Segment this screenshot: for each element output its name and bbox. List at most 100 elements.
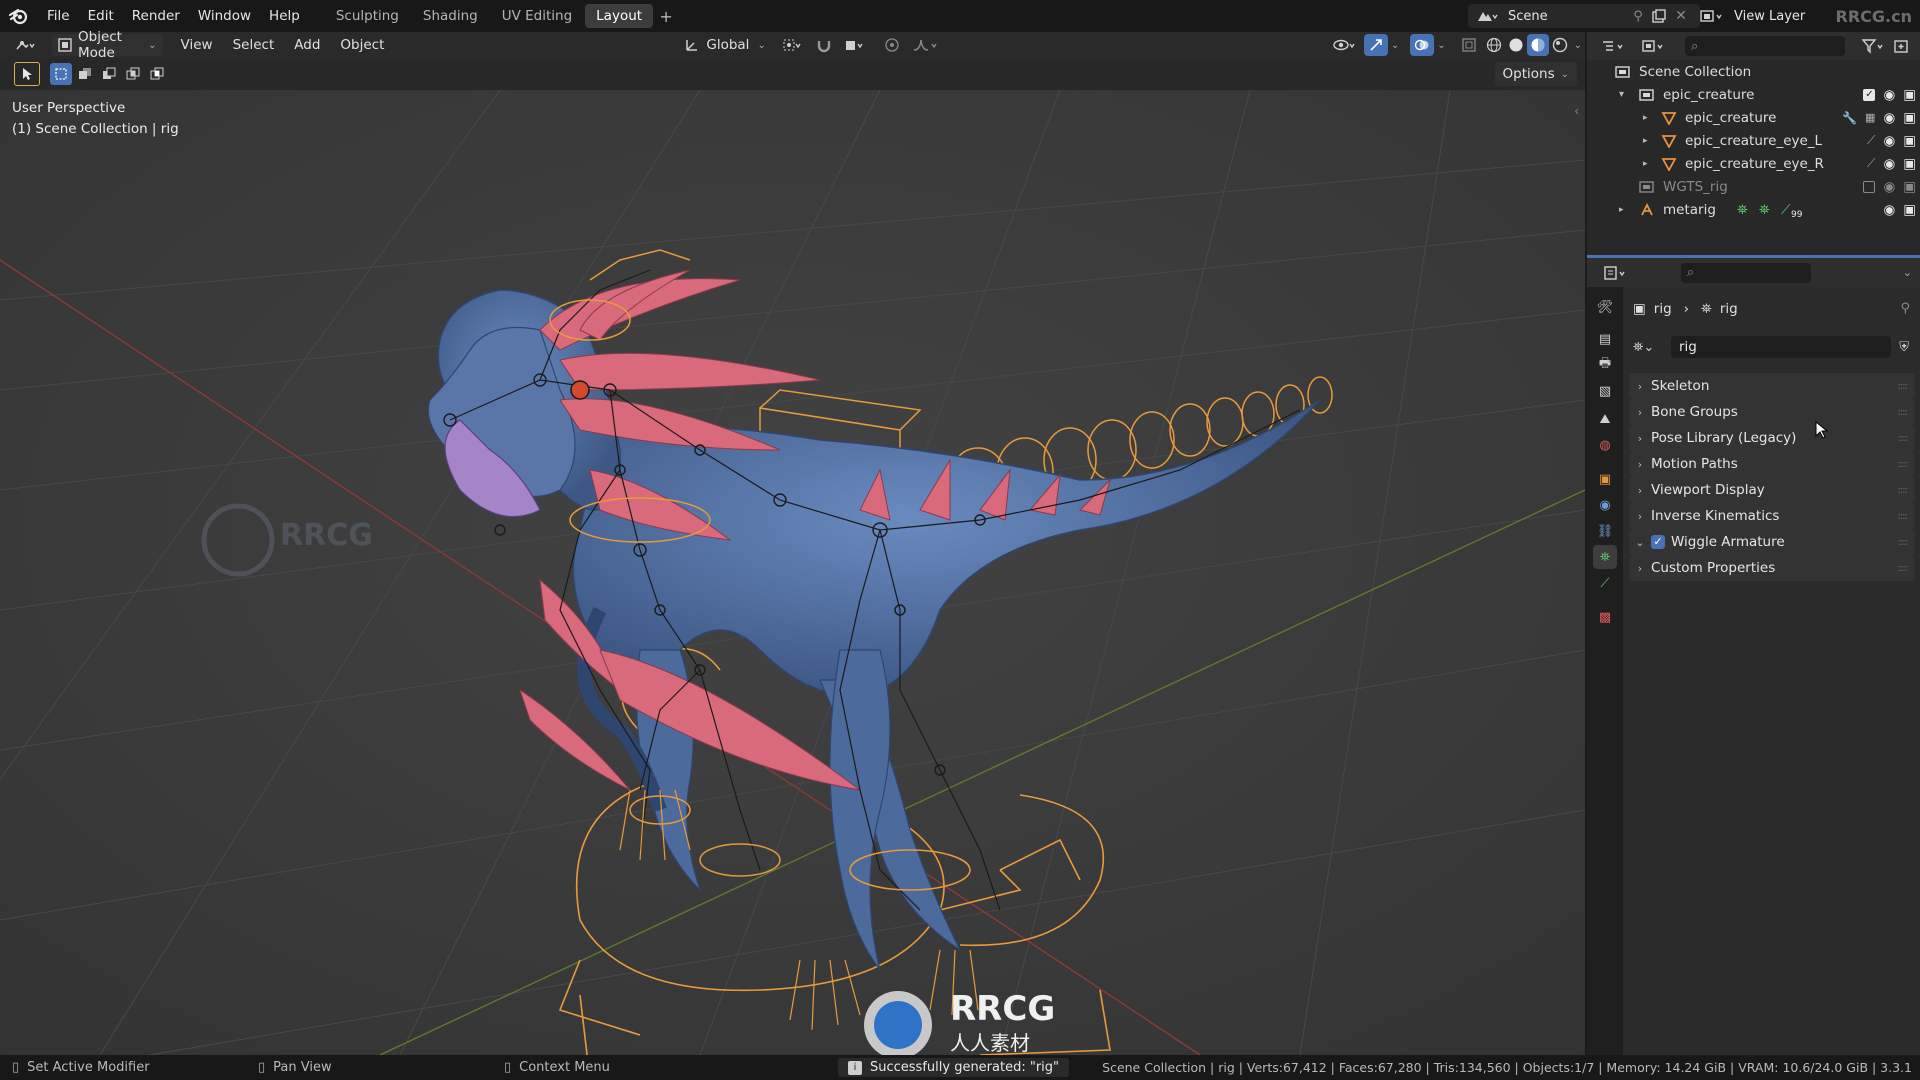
vertex-groups-icon[interactable]: ▦ — [1865, 111, 1875, 124]
options-dropdown[interactable]: Options ⌄ — [1494, 62, 1577, 86]
fake-user-shield-icon[interactable]: ⛨ — [1899, 340, 1909, 355]
breadcrumb-object[interactable]: rig — [1654, 301, 1672, 317]
eye-icon[interactable]: ◉ — [1883, 179, 1895, 195]
pose-icon[interactable]: ⛯ — [1759, 202, 1770, 218]
eye-icon[interactable]: ◉ — [1883, 156, 1895, 172]
overlays-toggle[interactable] — [1410, 34, 1435, 56]
display-mode-icon[interactable] — [1637, 38, 1671, 54]
tab-shading[interactable]: Shading — [412, 4, 489, 28]
panel-motion-paths[interactable]: › Motion Paths :::: — [1629, 451, 1915, 477]
camera-icon[interactable]: ▣ — [1903, 133, 1916, 149]
gizmo-toggle[interactable] — [1363, 34, 1388, 56]
outliner-row-collection[interactable]: WGTS_rig ◉ ▣ — [1587, 175, 1920, 198]
camera-icon[interactable]: ▣ — [1903, 110, 1916, 126]
panel-inverse-kinematics[interactable]: › Inverse Kinematics :::: — [1629, 503, 1915, 529]
expand-arrow-icon[interactable]: ▾ — [1619, 89, 1624, 100]
visibility-dropdown[interactable] — [1326, 34, 1364, 56]
select-mode-subtract-button[interactable] — [98, 63, 120, 85]
menu-render[interactable]: Render — [123, 0, 189, 32]
drag-handle-icon[interactable]: :::: — [1898, 459, 1909, 470]
outliner-row-object[interactable]: ▸ epic_creature_eye_L ⟋ ◉ ▣ — [1587, 129, 1920, 152]
select-mode-new-button[interactable] — [50, 63, 72, 85]
expand-arrow-icon[interactable]: ▸ — [1619, 205, 1624, 215]
menu-select[interactable]: Select — [227, 34, 281, 56]
tab-object[interactable]: ▣ — [1593, 467, 1617, 491]
filter-icon[interactable] — [1861, 38, 1885, 54]
armature-data-icon[interactable]: ⛯ — [1737, 202, 1748, 218]
drag-handle-icon[interactable]: :::: — [1898, 407, 1909, 418]
modifier-wrench-icon[interactable]: ⟋ — [1867, 133, 1875, 148]
new-scene-icon[interactable] — [1648, 9, 1670, 23]
tab-output[interactable]: 🖶 — [1593, 353, 1617, 377]
scene-name[interactable]: Scene — [1508, 9, 1628, 24]
snap-toggle[interactable] — [810, 34, 838, 56]
shading-solid-button[interactable] — [1505, 34, 1527, 56]
properties-editor-type-icon[interactable] — [1599, 265, 1633, 281]
pivot-point-dropdown[interactable] — [776, 34, 810, 56]
viewport-scene[interactable]: RRCG 人人素材 RRCG — [0, 90, 1585, 1055]
shading-rendered-button[interactable] — [1549, 34, 1571, 56]
tab-scene[interactable]: ⛰ — [1593, 407, 1617, 431]
delete-scene-icon[interactable]: ✕ — [1670, 8, 1692, 24]
panel-pose-library[interactable]: › Pose Library (Legacy) :::: — [1629, 420, 1915, 451]
outliner-row-scene-collection[interactable]: Scene Collection — [1587, 60, 1920, 83]
add-workspace-button[interactable]: + — [655, 7, 677, 26]
editor-type-dropdown[interactable] — [8, 34, 44, 56]
tab-texture[interactable]: ▩ — [1593, 605, 1617, 629]
tab-world[interactable]: ◍ — [1593, 433, 1617, 457]
outliner-row-collection[interactable]: ▾ epic_creature ✓ ◉ ▣ — [1587, 83, 1920, 106]
menu-edit[interactable]: Edit — [79, 0, 123, 32]
expand-arrow-icon[interactable]: ▸ — [1643, 136, 1648, 146]
camera-icon[interactable]: ▣ — [1903, 179, 1916, 195]
falloff-dropdown[interactable] — [906, 34, 948, 56]
panel-bone-groups[interactable]: › Bone Groups :::: — [1629, 399, 1915, 425]
xray-toggle[interactable] — [1455, 34, 1483, 56]
tab-sculpting[interactable]: Sculpting — [325, 4, 410, 28]
tab-view-layer[interactable]: ▧ — [1593, 379, 1617, 403]
menu-file[interactable]: File — [38, 0, 79, 32]
modifier-wrench-icon[interactable]: 🔧 — [1842, 111, 1857, 125]
outliner-row-object[interactable]: ▸ epic_creature 🔧 ▦ ◉ ▣ — [1587, 106, 1920, 129]
panel-skeleton[interactable]: › Skeleton :::: — [1629, 373, 1915, 399]
properties-search-input[interactable]: ⌕ — [1681, 262, 1811, 283]
gizmo-dropdown[interactable]: ⌄ — [1388, 34, 1402, 56]
new-collection-icon[interactable] — [1893, 38, 1909, 54]
tab-armature-data[interactable]: ⛯ — [1593, 545, 1617, 569]
drag-handle-icon[interactable]: :::: — [1898, 563, 1909, 574]
tab-tool[interactable]: 🛠 — [1593, 295, 1617, 319]
drag-handle-icon[interactable]: :::: — [1898, 485, 1909, 496]
tab-bone[interactable]: ⟋ — [1593, 571, 1617, 595]
select-tool-button[interactable] — [14, 62, 40, 86]
mode-dropdown[interactable]: Object Mode ⌄ — [52, 29, 163, 61]
tab-constraints[interactable]: ⛓ — [1593, 519, 1617, 543]
outliner-row-armature[interactable]: ▸ metarig ⛯ ⛯ ⟋ 99 ◉ ▣ — [1587, 198, 1920, 221]
scene-selector[interactable]: Scene ⚲ ✕ — [1468, 4, 1700, 28]
eye-icon[interactable]: ◉ — [1883, 87, 1895, 103]
tab-render[interactable]: ▤ — [1593, 327, 1617, 351]
proportional-edit-toggle[interactable] — [878, 34, 906, 56]
bone-icon[interactable]: ⟋ — [1781, 202, 1790, 218]
breadcrumb-data[interactable]: rig — [1720, 301, 1738, 317]
outliner-row-object[interactable]: ▸ epic_creature_eye_R ⟋ ◉ ▣ — [1587, 152, 1920, 175]
camera-icon[interactable]: ▣ — [1903, 87, 1916, 103]
outliner-editor-type-icon[interactable] — [1597, 38, 1631, 54]
view-layer-selector[interactable]: View Layer RRCG.cn — [1692, 4, 1920, 28]
3d-viewport[interactable]: RRCG 人人素材 RRCG User Perspective (1) Scen… — [0, 90, 1585, 1055]
menu-window[interactable]: Window — [189, 0, 260, 32]
eye-icon[interactable]: ◉ — [1883, 202, 1895, 218]
panel-wiggle-armature[interactable]: ⌄ ✓ Wiggle Armature :::: — [1629, 529, 1915, 555]
select-mode-intersect-button[interactable] — [146, 63, 168, 85]
tab-layout[interactable]: Layout — [585, 4, 654, 28]
shading-material-button[interactable] — [1526, 34, 1549, 56]
blender-logo-icon[interactable] — [0, 0, 38, 32]
shading-dropdown[interactable]: ⌄ — [1571, 34, 1585, 56]
tab-physics[interactable]: ◉ — [1593, 493, 1617, 517]
drag-handle-icon[interactable]: :::: — [1898, 433, 1909, 444]
exclude-checkbox[interactable] — [1863, 180, 1876, 193]
menu-add[interactable]: Add — [288, 34, 326, 56]
drag-handle-icon[interactable]: :::: — [1898, 537, 1909, 548]
outliner-search-input[interactable]: ⌕ — [1685, 36, 1845, 56]
sidebar-toggle-arrow[interactable]: ‹ — [1574, 104, 1579, 118]
expand-arrow-icon[interactable]: ▸ — [1643, 113, 1648, 123]
wiggle-enable-checkbox[interactable]: ✓ — [1651, 535, 1665, 549]
